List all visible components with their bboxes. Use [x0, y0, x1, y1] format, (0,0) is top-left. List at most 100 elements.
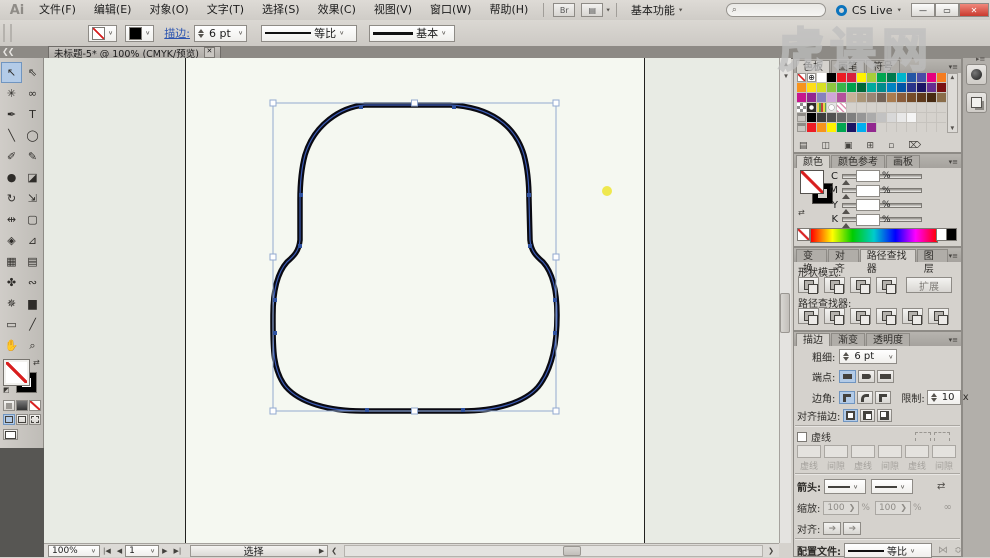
vertical-scroll-thumb[interactable] [780, 293, 790, 333]
canvas[interactable] [44, 58, 779, 543]
swap-fill-stroke-icon[interactable]: ⇄ [33, 358, 40, 367]
scroll-up-icon[interactable]: ▲ [782, 60, 790, 68]
appearance-icon[interactable] [966, 64, 987, 85]
panel-strip-menu-icon[interactable]: ▸≡ [976, 55, 985, 63]
paintbrush-tool[interactable]: ✐ [1, 146, 22, 167]
swatch-4-10[interactable] [897, 113, 906, 122]
free-transform-tool[interactable]: ▢ [22, 209, 43, 230]
swatch-5-6[interactable] [857, 123, 866, 132]
tab-layers[interactable]: 图层 [917, 249, 948, 262]
divide-icon[interactable] [798, 308, 819, 324]
butt-cap-button[interactable] [839, 370, 856, 383]
slice-tool[interactable]: ╱ [22, 314, 43, 335]
bbox-handle[interactable] [412, 100, 418, 106]
blob-brush-tool[interactable]: ● [1, 167, 22, 188]
swap-colors-icon[interactable]: ⇄ [798, 208, 805, 217]
flip-along-icon[interactable]: ≎ [954, 545, 962, 556]
swatch-2-3[interactable] [827, 93, 836, 102]
swatch-2-12[interactable] [917, 93, 926, 102]
stroke-weight-combo[interactable]: 6 pt ∨ [839, 349, 897, 364]
swatch-1-5[interactable] [847, 83, 856, 92]
screen-mode-button[interactable] [3, 429, 18, 440]
menu-item-6[interactable]: 视图(V) [365, 0, 421, 20]
swatch-3-3[interactable] [827, 103, 836, 112]
expand-button[interactable]: 扩展 [906, 277, 952, 293]
anchor-point[interactable] [273, 331, 277, 335]
swatch-2-10[interactable] [897, 93, 906, 102]
swatch-5-0[interactable] [797, 123, 806, 132]
tab-stroke[interactable]: 描边 [796, 333, 830, 346]
stroke-weight-combo[interactable]: 6 pt ∨ [194, 25, 247, 42]
bbox-handle[interactable] [270, 408, 276, 414]
swatch-1-4[interactable] [837, 83, 846, 92]
merge-icon[interactable] [850, 308, 871, 324]
swatch-0-9[interactable] [887, 73, 896, 82]
swatch-2-4[interactable] [837, 93, 846, 102]
swatch-3-0[interactable] [797, 103, 806, 112]
tab-color[interactable]: 颜色 [796, 155, 830, 168]
width-profile-combo[interactable]: 等比 ∨ [844, 543, 932, 558]
minus-front-icon[interactable] [824, 277, 845, 293]
scroll-down-icon[interactable]: ▼ [951, 126, 955, 132]
panel-menu-icon[interactable]: ▾≡ [949, 63, 961, 71]
zoom-level-combo[interactable]: 100% ∨ [48, 545, 100, 557]
bbox-handle[interactable] [553, 254, 559, 260]
menu-item-0[interactable]: 文件(F) [30, 0, 85, 20]
swatch-4-2[interactable] [817, 113, 826, 122]
trim-icon[interactable] [824, 308, 845, 324]
eyedropper-tool[interactable]: ✤ [1, 272, 22, 293]
swatch-4-5[interactable] [847, 113, 856, 122]
slider-thumb[interactable] [842, 176, 850, 185]
unite-icon[interactable] [798, 277, 819, 293]
anchor-point[interactable] [365, 408, 369, 412]
symbol-sprayer-tool[interactable]: ✵ [1, 293, 22, 314]
swatch-4-0[interactable] [797, 113, 806, 122]
scroll-down-icon[interactable]: ▼ [782, 72, 790, 80]
arrowhead-end-combo[interactable]: ∨ [871, 479, 913, 494]
swatch-0-1[interactable]: ⊕ [807, 73, 816, 82]
link-scale-icon[interactable]: ∞ [944, 502, 952, 513]
draw-normal-button[interactable] [3, 414, 15, 425]
swatch-0-14[interactable] [937, 73, 946, 82]
swatch-1-0[interactable] [797, 83, 806, 92]
dash-field-0[interactable] [797, 445, 821, 458]
spectrum-black-swatch[interactable] [946, 228, 957, 241]
swatch-4-4[interactable] [837, 113, 846, 122]
swatch-1-9[interactable] [887, 83, 896, 92]
swatch-3-2[interactable] [817, 103, 826, 112]
dash-field-1[interactable] [824, 445, 848, 458]
none-mode-button[interactable] [29, 400, 41, 411]
bbox-handle[interactable] [553, 100, 559, 106]
dash-field-3[interactable] [878, 445, 902, 458]
anchor-point[interactable] [527, 193, 531, 197]
new-swatch-icon[interactable]: ▫ [888, 141, 894, 151]
swatch-2-5[interactable] [847, 93, 856, 102]
flip-across-icon[interactable]: ⋈ [938, 545, 948, 556]
align-inside-button[interactable] [860, 409, 875, 422]
tab-symbols[interactable]: 符号 [866, 60, 900, 73]
swatch-2-8[interactable] [877, 93, 886, 102]
swatch-5-1[interactable] [807, 123, 816, 132]
swatch-1-8[interactable] [877, 83, 886, 92]
selection-tool[interactable]: ↖ [1, 62, 22, 83]
swatch-5-3[interactable] [827, 123, 836, 132]
swatch-5-2[interactable] [817, 123, 826, 132]
type-tool[interactable]: T [22, 104, 43, 125]
scale-end-field[interactable]: 100 ❯ [875, 501, 911, 515]
panel-grip[interactable] [3, 24, 12, 42]
preserve-dash-icon[interactable] [915, 432, 931, 441]
swatch-2-7[interactable] [867, 93, 876, 102]
swatch-0-8[interactable] [877, 73, 886, 82]
minus-back-icon[interactable] [928, 308, 949, 324]
tab-gradient[interactable]: 渐变 [831, 333, 865, 346]
document-tab[interactable]: 未标题-5* @ 100% (CMYK/预览) ✕ [48, 46, 221, 58]
swatch-1-7[interactable] [867, 83, 876, 92]
swatch-0-3[interactable] [827, 73, 836, 82]
swatch-5-7[interactable] [867, 123, 876, 132]
first-artboard-button[interactable]: |◀ [100, 547, 114, 555]
swatch-0-10[interactable] [897, 73, 906, 82]
swatch-0-7[interactable] [867, 73, 876, 82]
menu-item-4[interactable]: 选择(S) [253, 0, 309, 20]
arrow-align-end-button[interactable]: ➔ [843, 522, 861, 535]
swatch-1-2[interactable] [817, 83, 826, 92]
